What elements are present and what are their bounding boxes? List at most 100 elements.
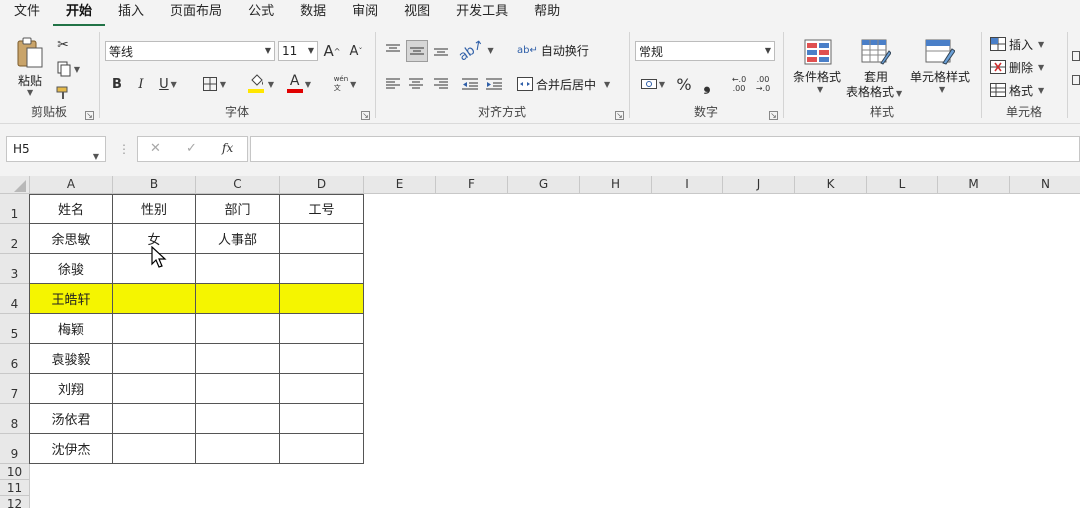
table-cell[interactable]	[196, 374, 280, 404]
tab-home[interactable]: 开始	[53, 0, 106, 26]
column-header-h[interactable]: H	[580, 176, 652, 194]
table-cell[interactable]	[196, 434, 280, 464]
format-painter-icon[interactable]	[54, 84, 72, 102]
row-header-1[interactable]: 1	[0, 194, 30, 224]
tab-view[interactable]: 视图	[391, 0, 443, 26]
font-name-select[interactable]: 等线 ▼	[105, 41, 275, 61]
number-format-select[interactable]: 常规 ▼	[635, 41, 775, 61]
paste-button[interactable]	[14, 36, 46, 70]
column-header-k[interactable]: K	[795, 176, 867, 194]
row-header-3[interactable]: 3	[0, 254, 30, 284]
row-header-7[interactable]: 7	[0, 374, 30, 404]
copy-button[interactable]: ▼	[54, 60, 82, 78]
conditional-formatting-label[interactable]: 条件格式	[793, 68, 841, 85]
tab-formulas[interactable]: 公式	[235, 0, 287, 26]
tab-help[interactable]: 帮助	[521, 0, 573, 26]
italic-button[interactable]: I	[132, 74, 150, 94]
align-bottom-icon[interactable]	[431, 40, 451, 60]
cut-icon[interactable]: ✂	[54, 36, 72, 54]
align-top-icon[interactable]	[383, 40, 403, 60]
shrink-font-button[interactable]: Aˇ	[346, 41, 366, 61]
table-cell[interactable]	[280, 314, 364, 344]
row-header-12[interactable]: 12	[0, 496, 30, 508]
more-ribbon-icon[interactable]	[1072, 38, 1080, 98]
table-cell[interactable]	[196, 404, 280, 434]
cell-styles-icon[interactable]	[924, 38, 956, 66]
table-cell[interactable]: 梅颖	[30, 314, 113, 344]
table-cell[interactable]	[280, 224, 364, 254]
table-cell[interactable]	[113, 434, 196, 464]
table-cell[interactable]: 刘翔	[30, 374, 113, 404]
column-header-l[interactable]: L	[867, 176, 938, 194]
column-header-m[interactable]: M	[938, 176, 1010, 194]
insert-function-icon[interactable]: fx	[222, 141, 233, 155]
table-cell[interactable]	[196, 314, 280, 344]
table-header-cell[interactable]: 性别	[113, 194, 196, 224]
column-header-b[interactable]: B	[113, 176, 196, 194]
table-cell[interactable]	[280, 284, 364, 314]
tab-review[interactable]: 审阅	[339, 0, 391, 26]
column-header-d[interactable]: D	[280, 176, 364, 194]
table-cell[interactable]	[113, 284, 196, 314]
table-cell[interactable]: 王皓轩	[30, 284, 113, 314]
table-cell[interactable]	[113, 404, 196, 434]
row-header-2[interactable]: 2	[0, 224, 30, 254]
table-cell[interactable]: 徐骏	[30, 254, 113, 284]
table-cell[interactable]: 余思敏	[30, 224, 113, 254]
table-cell[interactable]	[196, 254, 280, 284]
wrap-text-button[interactable]: ab↵ 自动换行	[517, 40, 589, 60]
align-center-icon[interactable]	[406, 74, 426, 94]
chevron-down-icon[interactable]: ▼	[939, 85, 945, 94]
merge-center-button[interactable]: 合并后居中 ▼	[517, 74, 617, 94]
row-header-6[interactable]: 6	[0, 344, 30, 374]
table-cell[interactable]	[280, 344, 364, 374]
table-cell[interactable]	[113, 374, 196, 404]
column-header-f[interactable]: F	[436, 176, 508, 194]
format-as-table-label-line2[interactable]: 表格格式 ▼	[846, 83, 902, 100]
table-header-cell[interactable]: 部门	[196, 194, 280, 224]
formula-input[interactable]	[250, 136, 1080, 162]
increase-decimal-icon[interactable]: ←.0.00	[728, 74, 750, 94]
underline-button[interactable]: U ▼	[154, 74, 182, 94]
phonetic-button[interactable]: wén 文 ▼	[328, 72, 362, 96]
bold-button[interactable]: B	[108, 74, 126, 94]
table-cell[interactable]: 汤依君	[30, 404, 113, 434]
orientation-button[interactable]: ab↗ ▼	[457, 36, 494, 64]
table-cell[interactable]: 沈伊杰	[30, 434, 113, 464]
cell-styles-label[interactable]: 单元格样式	[910, 68, 970, 85]
delete-cells-button[interactable]: 删除 ▼	[990, 57, 1060, 77]
column-header-n[interactable]: N	[1010, 176, 1080, 194]
font-size-select[interactable]: 11 ▼	[278, 41, 318, 61]
table-cell[interactable]	[113, 314, 196, 344]
align-left-icon[interactable]	[383, 74, 403, 94]
font-color-button[interactable]: A ▼	[282, 72, 316, 96]
conditional-formatting-icon[interactable]	[802, 38, 834, 66]
table-cell[interactable]	[280, 374, 364, 404]
table-cell[interactable]	[280, 404, 364, 434]
column-header-c[interactable]: C	[196, 176, 280, 194]
clipboard-launcher-icon[interactable]: ↘	[85, 111, 94, 120]
percent-button[interactable]: %	[674, 74, 694, 94]
decrease-indent-icon[interactable]	[460, 74, 480, 94]
column-header-a[interactable]: A	[30, 176, 113, 194]
table-cell[interactable]: 袁骏毅	[30, 344, 113, 374]
grow-font-button[interactable]: A ^	[322, 41, 342, 61]
borders-button[interactable]: ▼	[196, 74, 232, 94]
table-cell[interactable]	[113, 344, 196, 374]
table-cell[interactable]	[280, 254, 364, 284]
column-header-j[interactable]: J	[723, 176, 795, 194]
tab-file[interactable]: 文件	[0, 0, 53, 26]
align-right-icon[interactable]	[431, 74, 451, 94]
decrease-decimal-icon[interactable]: .00 →.0	[752, 74, 774, 94]
table-cell[interactable]	[280, 434, 364, 464]
select-all-corner[interactable]	[0, 176, 30, 194]
table-header-cell[interactable]: 工号	[280, 194, 364, 224]
insert-cells-button[interactable]: 插入 ▼	[990, 34, 1060, 54]
column-header-e[interactable]: E	[364, 176, 436, 194]
row-header-11[interactable]: 11	[0, 480, 30, 496]
fill-color-button[interactable]: ▼	[244, 72, 278, 96]
accounting-format-button[interactable]: ▼	[637, 74, 669, 94]
row-header-8[interactable]: 8	[0, 404, 30, 434]
cancel-icon[interactable]: ✕	[150, 141, 161, 156]
table-header-cell[interactable]: 姓名	[30, 194, 113, 224]
